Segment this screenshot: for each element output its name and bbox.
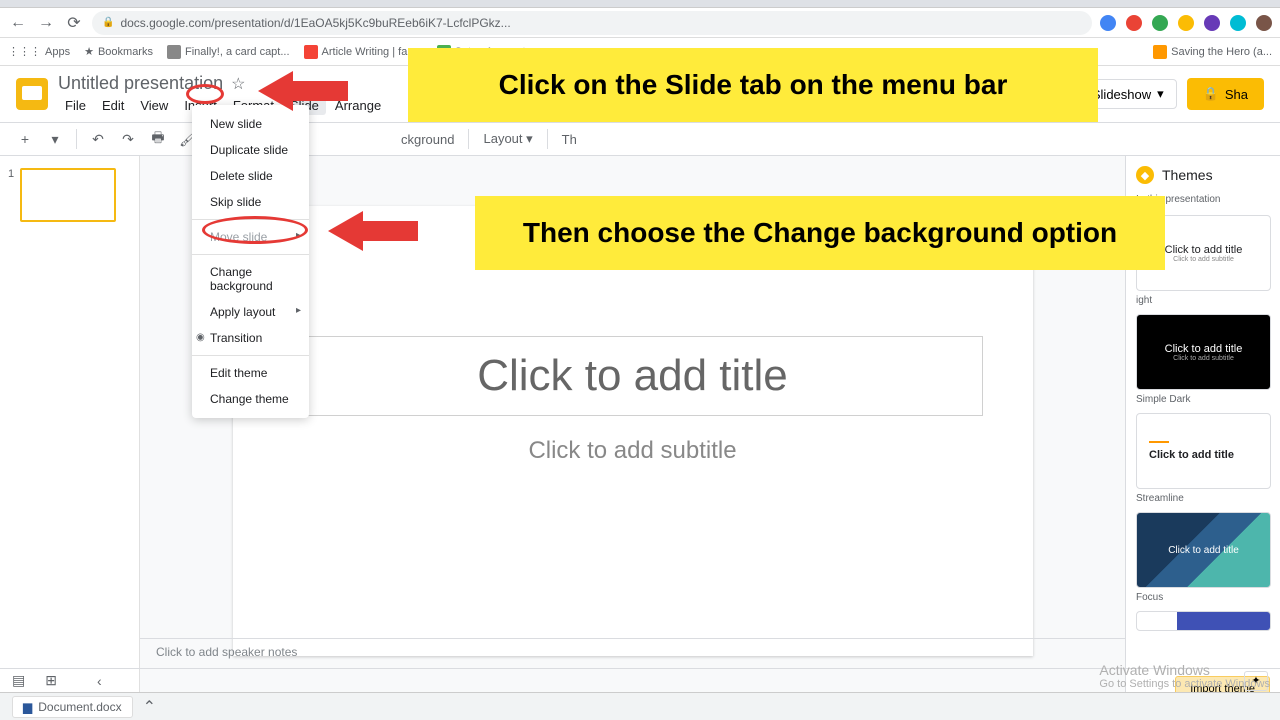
bookmark[interactable]: Saving the Hero (a... <box>1153 45 1272 59</box>
ext-icon[interactable] <box>1204 15 1220 31</box>
annotation-callout: Click on the Slide tab on the menu bar <box>408 48 1098 122</box>
redo-button[interactable]: ↷ <box>115 126 141 152</box>
menu-view[interactable]: View <box>133 96 175 115</box>
ext-icon[interactable] <box>1152 15 1168 31</box>
slide-canvas[interactable]: Click to add title Click to add subtitle <box>233 206 1033 656</box>
back-icon[interactable]: ← <box>8 13 28 33</box>
layout-button[interactable]: Layout ▾ <box>477 131 538 147</box>
theme-card-focus[interactable]: Click to add title <box>1136 512 1271 588</box>
bookmark[interactable]: ★Bookmarks <box>84 45 153 58</box>
ext-icon[interactable] <box>1178 15 1194 31</box>
undo-button[interactable]: ↶ <box>85 126 111 152</box>
menu-file[interactable]: File <box>58 96 93 115</box>
subtitle-placeholder[interactable]: Click to add subtitle <box>283 426 983 476</box>
dd-edit-theme[interactable]: Edit theme <box>192 360 309 386</box>
filmstrip: 1 <box>0 156 140 712</box>
url-bar[interactable]: 🔒 docs.google.com/presentation/d/1EaOA5k… <box>92 11 1092 35</box>
taskbar-document[interactable]: ▆ Document.docx <box>12 696 133 718</box>
transition-icon: ◉ <box>196 332 205 343</box>
slide-thumbnail[interactable]: 1 <box>8 168 131 222</box>
browser-toolbar: ← → ⟳ 🔒 docs.google.com/presentation/d/1… <box>0 8 1280 38</box>
thumb-number: 1 <box>8 168 14 222</box>
dd-transition[interactable]: ◉Transition <box>192 325 309 351</box>
ext-icon[interactable] <box>1100 15 1116 31</box>
bookmark[interactable]: Article Writing | fan... <box>304 45 423 59</box>
doc-title[interactable]: Untitled presentation <box>58 73 223 94</box>
ext-icon[interactable] <box>1230 15 1246 31</box>
dd-skip-slide[interactable]: Skip slide <box>192 189 309 215</box>
themes-header: ◆ Themes <box>1136 166 1270 184</box>
word-icon: ▆ <box>23 700 32 714</box>
thumb-preview <box>20 168 116 222</box>
collapse-icon[interactable]: ‹ <box>97 673 102 689</box>
bookmark[interactable]: Finally!, a card capt... <box>167 45 290 59</box>
speaker-notes[interactable]: Click to add speaker notes <box>140 638 1125 668</box>
lock-icon: 🔒 <box>1203 86 1219 102</box>
theme-name: Simple Dark <box>1136 394 1270 405</box>
title-placeholder[interactable]: Click to add title <box>283 336 983 416</box>
annotation-callout: Then choose the Change background option <box>475 196 1165 270</box>
themes-icon: ◆ <box>1136 166 1154 184</box>
print-button[interactable]: 🖶 <box>145 126 171 152</box>
forward-icon[interactable]: → <box>36 13 56 33</box>
filmstrip-view-icon[interactable]: ▤ <box>12 672 25 689</box>
bookmark-apps[interactable]: ⋮⋮⋮Apps <box>8 45 70 58</box>
menu-arrange[interactable]: Arrange <box>328 96 388 115</box>
lock-icon: 🔒 <box>102 17 114 28</box>
slides-logo-icon[interactable] <box>16 78 48 110</box>
dd-apply-layout[interactable]: Apply layout▸ <box>192 299 309 325</box>
dd-move-slide[interactable]: Move slide▸ <box>192 224 309 250</box>
reload-icon[interactable]: ⟳ <box>64 13 84 33</box>
dd-change-background[interactable]: Change background <box>192 259 309 299</box>
slide-dropdown: New slide Duplicate slide Delete slide S… <box>192 105 309 418</box>
ext-icon[interactable] <box>1256 15 1272 31</box>
theme-card-streamline[interactable]: Click to add title <box>1136 413 1271 489</box>
dd-duplicate-slide[interactable]: Duplicate slide <box>192 137 309 163</box>
theme-name: Streamline <box>1136 493 1270 504</box>
new-slide-button[interactable]: + <box>12 126 38 152</box>
chevron-right-icon: ▸ <box>296 305 301 316</box>
grid-view-icon[interactable]: ⊞ <box>45 672 57 689</box>
star-icon[interactable]: ☆ <box>231 74 245 94</box>
extension-icons <box>1100 15 1272 31</box>
ext-icon[interactable] <box>1126 15 1142 31</box>
activate-windows-watermark: Activate Windows Go to Settings to activ… <box>1099 662 1270 690</box>
theme-card-dark[interactable]: Click to add title Click to add subtitle <box>1136 314 1271 390</box>
dd-new-slide[interactable]: New slide <box>192 111 309 137</box>
chevron-down-icon: ▾ <box>1157 86 1164 102</box>
menu-edit[interactable]: Edit <box>95 96 131 115</box>
chevron-up-icon[interactable]: ⌃ <box>143 697 156 717</box>
dd-delete-slide[interactable]: Delete slide <box>192 163 309 189</box>
theme-card[interactable] <box>1136 611 1271 631</box>
theme-button[interactable]: Th <box>556 132 583 147</box>
dd-change-theme[interactable]: Change theme <box>192 386 309 412</box>
theme-name: Focus <box>1136 592 1270 603</box>
background-button[interactable]: ckground <box>395 132 460 147</box>
taskbar: ▆ Document.docx ⌃ <box>0 692 1280 720</box>
url-text: docs.google.com/presentation/d/1EaOA5kj5… <box>120 16 510 30</box>
chevron-down-icon[interactable]: ▾ <box>42 126 68 152</box>
browser-tabs <box>0 0 1280 8</box>
share-button[interactable]: 🔒 Sha <box>1187 78 1264 110</box>
view-bar: ▤ ⊞ ‹ ✦ <box>0 668 1280 692</box>
theme-name: ight <box>1136 295 1270 306</box>
chevron-right-icon: ▸ <box>296 230 301 241</box>
